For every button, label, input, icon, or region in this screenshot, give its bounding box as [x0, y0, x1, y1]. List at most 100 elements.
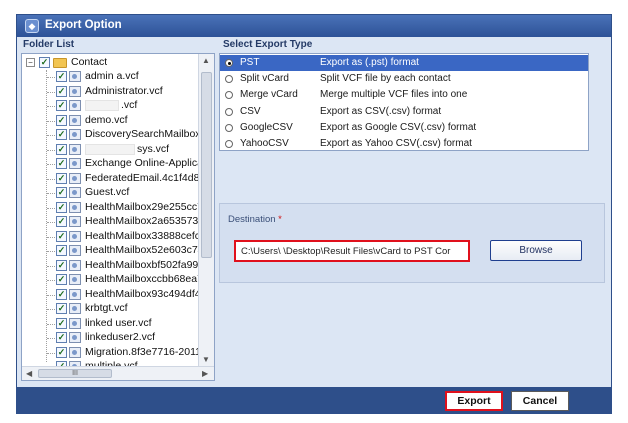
tree-connector [47, 120, 55, 122]
item-checkbox[interactable]: ✓ [56, 129, 67, 140]
item-checkbox[interactable]: ✓ [56, 187, 67, 198]
item-checkbox[interactable]: ✓ [56, 346, 67, 358]
tree-item[interactable]: ✓ linkeduser2.vcf [22, 331, 198, 345]
tree-item[interactable]: ✓ HealthMailbox93c494df487 [22, 288, 198, 302]
tree-item[interactable]: ✓ HealthMailboxccbb68ea7928 [22, 273, 198, 287]
export-type-name: GoogleCSV [240, 121, 293, 133]
tree-connector [47, 352, 55, 354]
tree-item[interactable]: ✓ krbtgt.vcf [22, 302, 198, 316]
radio-button[interactable] [225, 75, 233, 84]
item-checkbox[interactable]: ✓ [56, 100, 67, 111]
export-type-description: Split VCF file by each contact [320, 73, 451, 85]
root-checkbox[interactable]: ✓ [39, 57, 50, 68]
item-checkbox[interactable]: ✓ [56, 201, 67, 213]
tree-vertical-scrollbar[interactable]: ▲ ▼ [198, 54, 214, 366]
destination-label: Destination * [228, 214, 282, 225]
tree-item-label: Administrator.vcf [85, 84, 163, 97]
folder-tree[interactable]: − ✓ Contact ✓ admin a.vcf ✓ Administrator.v… [21, 53, 215, 381]
tree-item[interactable]: ✓ HealthMailboxbf502fa9940e [22, 259, 198, 273]
item-checkbox[interactable]: ✓ [56, 158, 67, 169]
tree-root-contact[interactable]: − ✓ Contact [22, 56, 198, 70]
tree-item[interactable]: ✓ .vcf [22, 99, 198, 113]
export-type-name: Merge vCard [240, 89, 298, 101]
tree-item[interactable]: ✓ FederatedEmail.4c1f4d8b-81 [22, 172, 198, 186]
export-button[interactable]: Export [445, 391, 503, 411]
tree-root-label: Contact [71, 56, 108, 68]
tree-item[interactable]: ✓ admin a.vcf [22, 70, 198, 84]
scroll-down-icon[interactable]: ▼ [202, 355, 210, 364]
radio-button[interactable] [225, 91, 233, 100]
item-checkbox[interactable]: ✓ [56, 216, 67, 227]
scroll-up-icon[interactable]: ▲ [202, 56, 210, 65]
vcard-icon [69, 274, 81, 285]
tree-item[interactable]: ✓ HealthMailbox2a6535737160 [22, 215, 198, 229]
tree-item[interactable]: ✓ HealthMailbox29e255cc740a [22, 201, 198, 215]
tree-item[interactable]: ✓ DiscoverySearchMailbox (D9 [22, 128, 198, 142]
export-type-option[interactable]: PST Export as (.pst) format [220, 55, 588, 71]
horizontal-scrollbar-thumb[interactable]: III [38, 369, 112, 378]
tree-item[interactable]: ✓ Exchange Online-Applicatio [22, 157, 198, 171]
required-mark: * [278, 214, 282, 225]
item-checkbox[interactable]: ✓ [56, 85, 67, 97]
export-type-option[interactable]: Merge vCard Merge multiple VCF files into… [220, 87, 588, 103]
export-type-name: Split vCard [240, 73, 289, 85]
export-type-option[interactable]: Split vCard Split VCF file by each contac… [220, 71, 588, 87]
item-checkbox[interactable]: ✓ [56, 303, 67, 314]
tree-connector [47, 106, 55, 107]
export-option-dialog: ◆ Export Option Folder List Select Expor… [16, 14, 612, 414]
destination-path-field[interactable]: C:\Users\ \Desktop\Result Files\vCard to… [234, 240, 470, 262]
tree-item[interactable]: ✓ Guest.vcf [22, 186, 198, 200]
scrollbar-thumb[interactable] [201, 72, 212, 258]
tree-item[interactable]: ✓ demo.vcf [22, 114, 198, 128]
tree-connector [47, 338, 55, 339]
item-checkbox[interactable]: ✓ [56, 332, 67, 343]
vcard-icon [69, 259, 81, 271]
cancel-button[interactable]: Cancel [511, 391, 569, 411]
item-checkbox[interactable]: ✓ [56, 317, 67, 329]
tree-connector [47, 135, 55, 136]
vcard-icon [69, 143, 81, 155]
footer-bar: Export Cancel [17, 387, 611, 413]
tree-item-label: linked user.vcf [85, 316, 152, 329]
dialog-title: Export Option [45, 19, 122, 31]
redacted-area [85, 100, 119, 111]
item-checkbox[interactable]: ✓ [56, 230, 67, 242]
item-checkbox[interactable]: ✓ [56, 143, 67, 155]
vcard-icon [69, 230, 81, 242]
item-checkbox[interactable]: ✓ [56, 71, 67, 82]
item-checkbox[interactable]: ✓ [56, 172, 67, 184]
tree-connector [47, 236, 55, 238]
tree-item[interactable]: ✓ Migration.8f3e7716-2011-43 [22, 346, 198, 360]
vcard-icon [69, 129, 81, 140]
tree-item-label: admin a.vcf [85, 70, 139, 82]
folder-icon [53, 58, 67, 68]
export-type-list: PST Export as (.pst) format Split vCard Spl… [219, 53, 589, 151]
tree-item[interactable]: ✓ HealthMailbox52e603c748d0 [22, 244, 198, 258]
tree-item[interactable]: ✓ HealthMailbox33888cefcc74 [22, 230, 198, 244]
scroll-left-icon[interactable]: ◀ [26, 369, 32, 378]
radio-button[interactable] [225, 123, 233, 132]
tree-item-label: .vcf [121, 99, 138, 111]
export-type-option[interactable]: YahooCSV Export as Yahoo CSV(.csv) format [220, 136, 588, 152]
item-checkbox[interactable]: ✓ [56, 274, 67, 285]
vcard-icon [69, 201, 81, 213]
tree-item[interactable]: ✓ sys.vcf [22, 143, 198, 157]
export-type-option[interactable]: GoogleCSV Export as Google CSV(.csv) form… [220, 120, 588, 136]
tree-horizontal-scrollbar[interactable]: ◀ III ▶ [22, 366, 214, 380]
item-checkbox[interactable]: ✓ [56, 245, 67, 256]
scroll-right-icon[interactable]: ▶ [202, 369, 208, 378]
item-checkbox[interactable]: ✓ [56, 259, 67, 271]
item-checkbox[interactable]: ✓ [56, 288, 67, 300]
tree-connector [47, 178, 55, 180]
radio-button[interactable] [225, 59, 233, 67]
export-type-option[interactable]: CSV Export as CSV(.csv) format [220, 104, 588, 120]
export-type-description: Export as Yahoo CSV(.csv) format [320, 138, 472, 149]
radio-button[interactable] [225, 140, 233, 148]
browse-button[interactable]: Browse [490, 240, 582, 261]
collapse-icon[interactable]: − [26, 58, 35, 67]
export-type-description: Export as CSV(.csv) format [320, 105, 442, 117]
tree-item[interactable]: ✓ linked user.vcf [22, 317, 198, 331]
item-checkbox[interactable]: ✓ [56, 114, 67, 126]
radio-button[interactable] [225, 107, 233, 116]
tree-item[interactable]: ✓ Administrator.vcf [22, 85, 198, 99]
